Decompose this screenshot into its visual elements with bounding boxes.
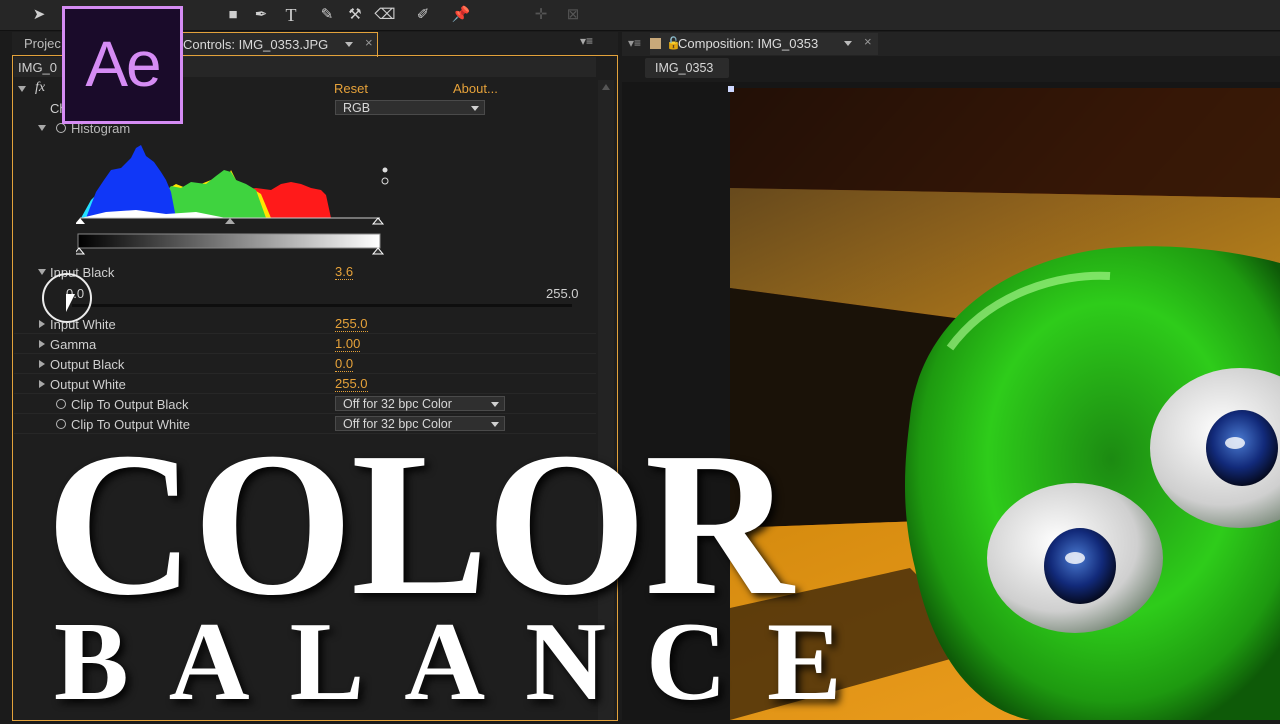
- divider: [14, 393, 596, 394]
- tab-menu-chevron-icon[interactable]: [844, 41, 852, 46]
- chevron-down-icon: [491, 402, 499, 407]
- rectangle-tool-icon[interactable]: ■: [222, 4, 244, 26]
- anchor-handle[interactable]: [728, 86, 734, 92]
- after-effects-logo: Ae: [62, 6, 183, 124]
- histogram-graph[interactable]: [76, 140, 396, 255]
- expand-icon[interactable]: [39, 380, 45, 388]
- histogram-option-circle-icon: [381, 177, 389, 185]
- divider: [14, 353, 596, 354]
- output-black-handle[interactable]: [76, 247, 86, 255]
- close-icon[interactable]: ×: [365, 35, 373, 50]
- panel-menu-icon[interactable]: ▾≡: [580, 34, 593, 48]
- comp-subtab[interactable]: IMG_0353: [645, 58, 729, 78]
- reset-link[interactable]: Reset: [334, 81, 368, 96]
- output-black-value[interactable]: 0.0: [335, 357, 354, 372]
- output-black-label: Output Black: [50, 357, 125, 372]
- channel-value: RGB: [343, 101, 371, 115]
- expand-icon[interactable]: [39, 360, 45, 368]
- histogram-option-dot-icon: [382, 167, 388, 173]
- right-eye-glint: [1225, 437, 1245, 449]
- output-gradient-bar: [77, 233, 381, 249]
- histogram-blue: [86, 145, 176, 218]
- input-black-slider[interactable]: [72, 304, 572, 307]
- divider: [14, 333, 596, 334]
- toolbar: ➤ ■ ✒ T ✎ ⚒ ⌫ ✐ 📌 ✛ ⊠: [0, 0, 1280, 31]
- viewer-image[interactable]: [730, 88, 1280, 720]
- input-white-value[interactable]: 255.0: [335, 317, 368, 332]
- roto-brush-tool-icon[interactable]: ✐: [412, 4, 434, 26]
- puppet-pin-tool-icon[interactable]: 📌: [450, 4, 472, 26]
- eraser-tool-icon[interactable]: ⌫: [374, 4, 396, 26]
- close-icon[interactable]: ×: [864, 34, 872, 49]
- logo-text: Ae: [85, 28, 161, 100]
- divider: [14, 433, 596, 434]
- input-black-value[interactable]: 3.6: [335, 265, 354, 280]
- effect-collapse-icon[interactable]: [18, 86, 26, 92]
- divider: [14, 413, 596, 414]
- type-tool-icon[interactable]: T: [280, 4, 302, 26]
- effect-tab-label: Controls: IMG_0353.JPG: [183, 37, 329, 52]
- stopwatch-icon[interactable]: [56, 419, 66, 429]
- tab-menu-chevron-icon[interactable]: [345, 42, 353, 47]
- gamma-label: Gamma: [50, 337, 97, 352]
- right-iris: [1206, 410, 1278, 486]
- expand-icon[interactable]: [39, 340, 45, 348]
- dark-top-shadow: [730, 88, 1280, 198]
- pen-tool-icon[interactable]: ✒: [250, 4, 272, 26]
- comp-subtab-label: IMG_0353: [655, 61, 714, 75]
- input-black-collapse-icon[interactable]: [38, 269, 46, 275]
- clone-stamp-tool-icon[interactable]: ⚒: [344, 4, 366, 26]
- composition-color-swatch: [650, 38, 661, 49]
- clip-white-value: Off for 32 bpc Color: [343, 417, 452, 431]
- tab-composition[interactable]: 🔓 Composition: IMG_0353 ×: [650, 33, 878, 55]
- scrollbar[interactable]: [598, 80, 614, 720]
- clip-white-dropdown[interactable]: Off for 32 bpc Color: [335, 416, 505, 431]
- chevron-down-icon: [491, 422, 499, 427]
- stopwatch-icon[interactable]: [56, 399, 66, 409]
- mouse-cursor-icon: [66, 294, 75, 312]
- output-white-value[interactable]: 255.0: [335, 377, 368, 392]
- clip-black-value: Off for 32 bpc Color: [343, 397, 452, 411]
- slider-max-label: 255.0: [546, 286, 579, 301]
- about-link[interactable]: About...: [453, 81, 498, 96]
- tab-effect-controls[interactable]: Controls: IMG_0353.JPG ×: [176, 32, 378, 57]
- selection-tool-icon[interactable]: ➤: [28, 4, 50, 26]
- histogram-collapse-icon[interactable]: [38, 125, 46, 131]
- fx-icon[interactable]: fx: [35, 80, 45, 96]
- left-eye-glint: [1065, 552, 1085, 564]
- panel-menu-icon[interactable]: ▾≡: [628, 36, 641, 50]
- clip-white-label: Clip To Output White: [71, 417, 190, 432]
- channel-dropdown[interactable]: RGB: [335, 100, 485, 115]
- input-black-handle[interactable]: [76, 218, 85, 224]
- output-white-label: Output White: [50, 377, 126, 392]
- stopwatch-icon[interactable]: [56, 123, 66, 133]
- composition-tab-label: Composition: IMG_0353: [678, 36, 819, 51]
- layer-name: IMG_0: [18, 60, 58, 75]
- output-white-handle[interactable]: [371, 247, 385, 255]
- clip-black-dropdown[interactable]: Off for 32 bpc Color: [335, 396, 505, 411]
- input-white-handle[interactable]: [371, 217, 385, 225]
- chevron-down-icon: [471, 106, 479, 111]
- tab-project[interactable]: Projec: [24, 36, 61, 51]
- input-white-label: Input White: [50, 317, 116, 332]
- gamma-value[interactable]: 1.00: [335, 337, 361, 352]
- brush-tool-icon[interactable]: ✎: [316, 4, 338, 26]
- left-iris: [1044, 528, 1116, 604]
- world-axis-icon[interactable]: ⊠: [562, 4, 584, 26]
- axis-mode-icon[interactable]: ✛: [530, 4, 552, 26]
- expand-icon[interactable]: [39, 320, 45, 328]
- scroll-up-icon[interactable]: [602, 84, 610, 90]
- divider: [14, 373, 596, 374]
- gamma-handle[interactable]: [225, 218, 235, 224]
- clip-black-label: Clip To Output Black: [71, 397, 189, 412]
